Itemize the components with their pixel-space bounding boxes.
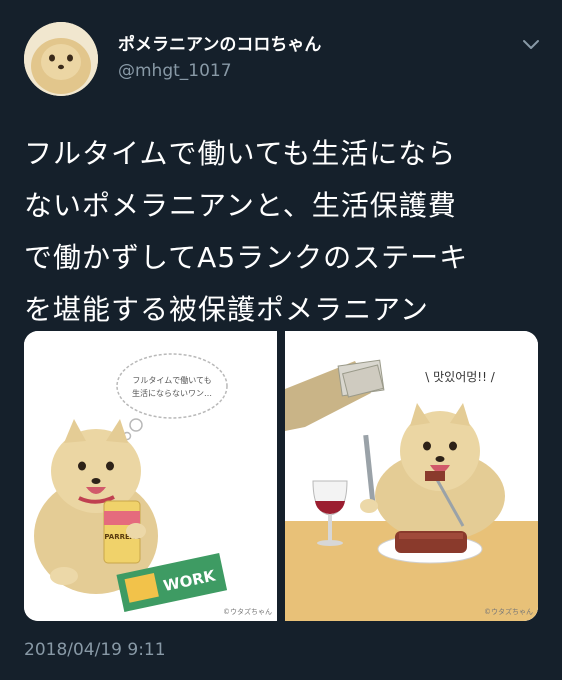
tweet-line: ないポメラニアンと、生活保護費: [24, 189, 457, 222]
tweet-text: フルタイムで働いても生活になら ないポメラニアンと、生活保護費 で働かずしてA5…: [24, 128, 552, 336]
avatar[interactable]: [24, 22, 98, 96]
image-credit: ©ウタズちゃん: [223, 607, 272, 616]
media-image-left[interactable]: フルタイムで働いても 生活にならないワン… PARREAL WORK ©ウタズち…: [24, 331, 277, 621]
display-name[interactable]: ポメラニアンのコロちゃん: [118, 30, 321, 55]
media-image-right[interactable]: \ 맛있어멍!! / ©ウタズちゃん: [285, 331, 538, 621]
exclamation-text: \ 맛있어멍!! /: [425, 370, 495, 384]
user-handle: @mhgt_1017: [118, 61, 232, 81]
pomeranian-avatar-icon: [24, 22, 98, 96]
drink-can: PARREAL: [103, 500, 146, 564]
tweet-timestamp[interactable]: 2018/04/19 9:11: [24, 640, 166, 660]
chevron-down-icon[interactable]: [518, 34, 544, 54]
tweet-line: を堪能する被保護ポメラニアン: [24, 293, 429, 326]
bubble-text: フルタイムで働いても: [132, 375, 211, 385]
tweet-line: フルタイムで働いても生活になら: [24, 137, 457, 170]
tweet-media: フルタイムで働いても 生活にならないワン… PARREAL WORK ©ウタズち…: [24, 331, 538, 621]
bubble-text: 生活にならないワン…: [132, 388, 212, 398]
tweet-line: で働かずしてA5ランクのステーキ: [24, 241, 469, 274]
image-credit: ©ウタズちゃん: [484, 607, 533, 616]
